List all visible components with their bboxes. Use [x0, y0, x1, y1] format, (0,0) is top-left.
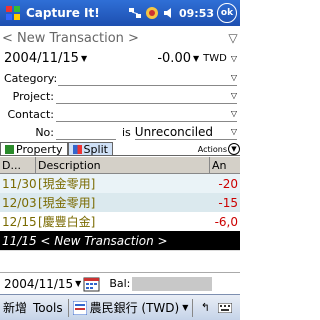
number-status-row: No: is Unreconciled ▽ [0, 123, 240, 141]
menu-separator [67, 298, 69, 317]
property-icon [5, 144, 14, 154]
status-select[interactable]: Unreconciled ▽ [134, 124, 237, 140]
clock[interactable]: 09:53 [179, 7, 214, 20]
number-label: No: [35, 125, 54, 139]
split-icon [72, 144, 82, 154]
row-description: [慶豐白金] [38, 215, 96, 229]
new-transaction-row[interactable]: 11/15 < New Transaction > [0, 231, 240, 250]
row-date: 12/15 [2, 214, 36, 229]
account-dropdown-icon[interactable]: ▼ [182, 303, 188, 312]
row-amount: -6,0 [214, 214, 238, 229]
transaction-title[interactable]: < New Transaction > [0, 31, 226, 46]
tools-menu[interactable]: Tools [30, 301, 66, 315]
keyboard-icon[interactable] [217, 300, 233, 316]
chevron-down-icon[interactable]: ▽ [231, 91, 237, 100]
contact-label: Contact: [7, 107, 54, 121]
date-dropdown-icon[interactable]: ▼ [81, 54, 87, 63]
menu-separator [192, 298, 194, 317]
new-menu[interactable]: 新增 [0, 299, 30, 316]
currency-label[interactable]: TWD [203, 53, 227, 64]
date-field[interactable]: 2004/11/15 [4, 51, 79, 66]
category-label: Category: [4, 71, 58, 85]
account-name: 農民銀行 (TWD) [89, 301, 180, 315]
project-row: Project: ▽ [0, 87, 240, 105]
tab-property[interactable]: Property [0, 142, 68, 156]
app-title: Capture It! [26, 6, 100, 20]
balance-label: Bal: [109, 277, 131, 290]
table-row[interactable]: 12/03 [現金零用] -15 [0, 193, 240, 212]
tab-bar: Property Split Actions ▼ [0, 142, 240, 156]
table-empty-area [0, 251, 240, 272]
filter-date[interactable]: 2004/11/15 [4, 277, 73, 291]
connectivity-icon[interactable] [128, 6, 142, 20]
new-transaction-label: 11/15 < New Transaction > [2, 233, 168, 248]
undo-icon[interactable]: ↰ [197, 300, 213, 316]
amount-dropdown-icon[interactable]: ▼ [193, 54, 199, 63]
menu-bar: 新增 Tools 農民銀行 (TWD) ▼ ↰ [0, 294, 240, 320]
row-description: [現金零用] [38, 196, 96, 210]
date-amount-row: 2004/11/15 ▼ -0.00 ▼ TWD ▽ [0, 49, 240, 67]
chevron-down-icon[interactable]: ▽ [231, 109, 237, 118]
project-field[interactable]: ▽ [56, 89, 237, 104]
status-value: Unreconciled [134, 124, 214, 139]
row-date: 12/03 [2, 195, 36, 210]
row-amount: -20 [218, 176, 238, 191]
balance-value [132, 276, 213, 291]
info-bar: 2004/11/15 ▼ Bal: [0, 272, 240, 294]
column-amount-header[interactable]: An [210, 157, 240, 173]
currency-dropdown-icon[interactable]: ▽ [231, 54, 237, 63]
column-date-header[interactable]: D... [0, 157, 36, 173]
row-date: 11/30 [2, 176, 36, 191]
table-row[interactable]: 12/15 [慶豐白金] -6,0 [0, 212, 240, 231]
project-label: Project: [12, 89, 54, 103]
account-selector[interactable]: 農民銀行 (TWD) ▼ [71, 299, 191, 316]
row-description: [現金零用] [38, 177, 96, 191]
table-header: D... Description An [0, 157, 240, 174]
transaction-nav: < New Transaction > ▽ [0, 28, 240, 48]
notification-icon[interactable] [145, 6, 159, 20]
filter-date-dropdown-icon[interactable]: ▼ [75, 279, 81, 288]
number-field[interactable] [56, 125, 116, 140]
windows-start-icon[interactable] [4, 4, 22, 22]
actions-menu[interactable]: Actions ▼ [198, 143, 240, 155]
is-label: is [122, 125, 131, 139]
tab-property-label: Property [16, 142, 63, 156]
title-bar: Capture It! 09:53 ok [0, 0, 240, 26]
bank-icon [72, 300, 87, 315]
tab-split-label: Split [83, 142, 108, 156]
transactions-table: D... Description An 11/30 [現金零用] -20 12/… [0, 157, 240, 251]
contact-row: Contact: ▽ [0, 105, 240, 123]
chevron-down-icon[interactable]: ▽ [226, 31, 240, 45]
calendar-icon[interactable] [83, 276, 101, 292]
tab-split[interactable]: Split [67, 142, 113, 156]
table-row[interactable]: 11/30 [現金零用] -20 [0, 174, 240, 193]
volume-icon[interactable] [162, 6, 176, 20]
ok-button[interactable]: ok [217, 3, 237, 23]
row-amount: -15 [218, 195, 238, 210]
contact-field[interactable]: ▽ [56, 107, 237, 122]
category-field[interactable]: ▽ [58, 71, 237, 86]
chevron-down-icon[interactable]: ▽ [231, 127, 237, 136]
column-description-header[interactable]: Description [36, 157, 210, 173]
actions-label: Actions [197, 144, 227, 154]
chevron-down-icon[interactable]: ▼ [228, 143, 240, 155]
category-row: Category: ▽ [0, 69, 240, 87]
chevron-down-icon[interactable]: ▽ [231, 73, 237, 82]
amount-field[interactable]: -0.00 [157, 51, 191, 66]
